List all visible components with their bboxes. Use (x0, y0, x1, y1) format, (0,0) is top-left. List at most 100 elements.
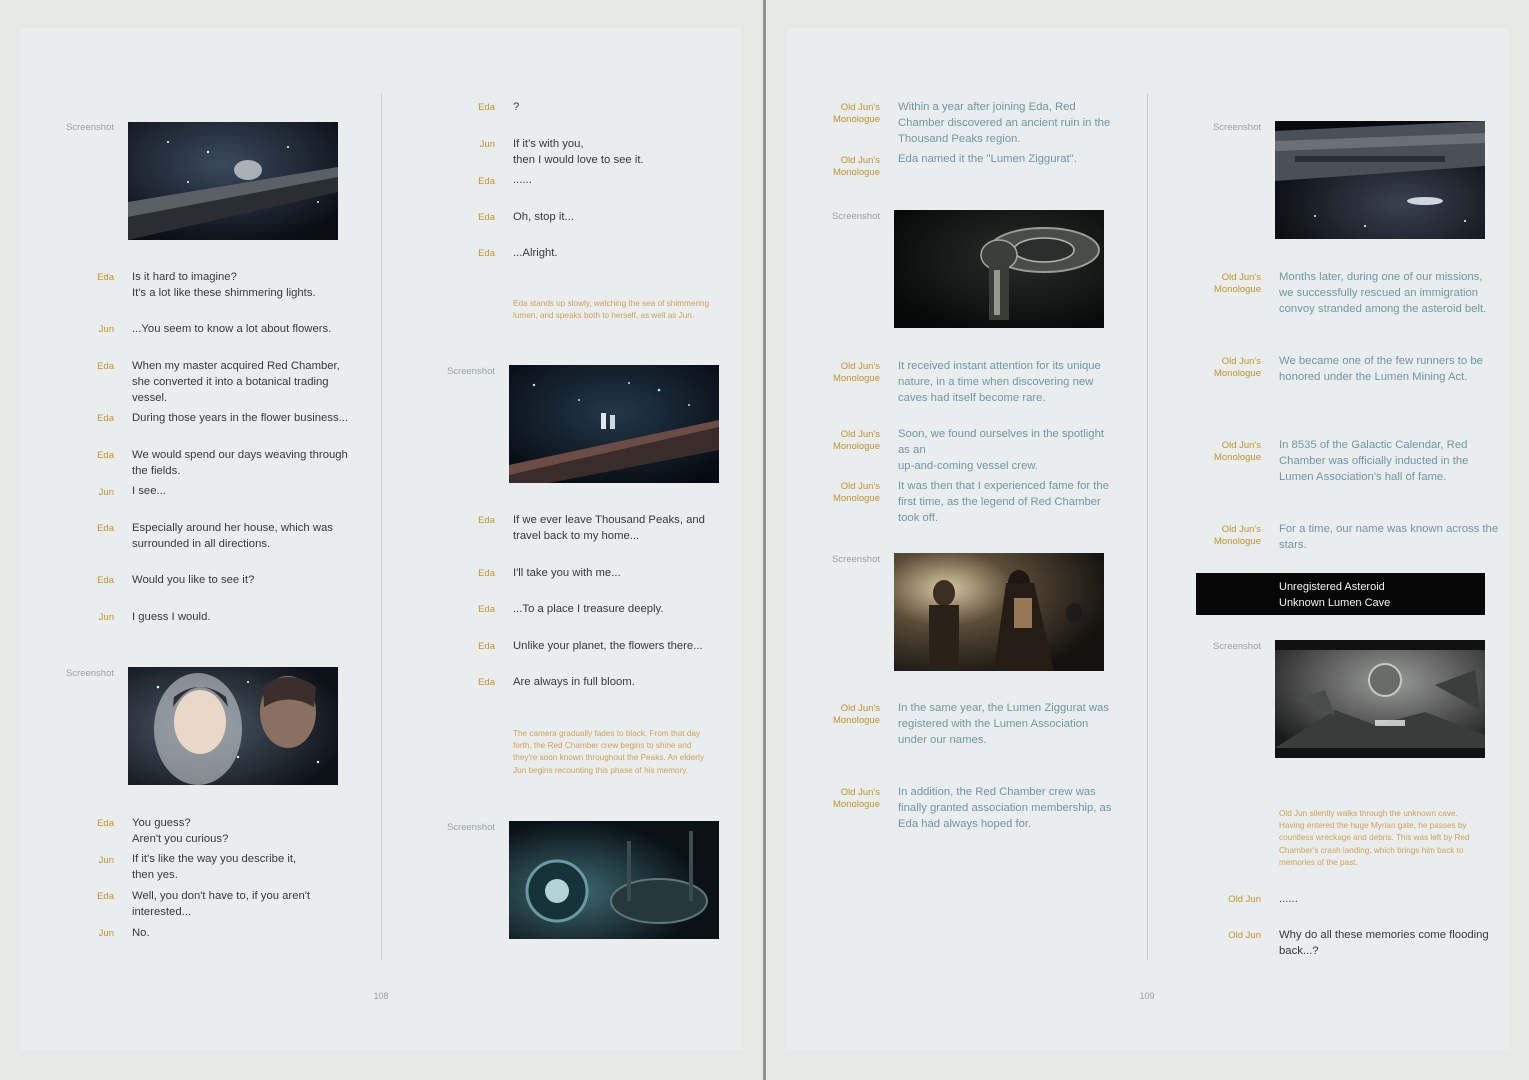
dialogue-line: Would you like to see it? (132, 574, 255, 586)
speaker-label: Eda (478, 212, 495, 223)
location-banner-line1: Unregistered Asteroid (1279, 581, 1385, 593)
speaker-label: Eda (478, 568, 495, 579)
speaker-label: Old Jun's Monologue (832, 429, 880, 452)
speaker-label: Eda (478, 102, 495, 113)
speaker-label: Old Jun's Monologue (832, 361, 880, 384)
speaker-label: Jun (98, 487, 114, 498)
monologue-line: In the same year, the Lumen Ziggurat was… (898, 702, 1109, 746)
speaker-label: Old Jun's Monologue (832, 102, 880, 125)
speaker-label: Eda (97, 523, 114, 534)
speaker-label: Old Jun's Monologue (1213, 356, 1261, 379)
screenshot-image (509, 365, 719, 483)
dialogue-line: When my master acquired Red Chamber, she… (132, 360, 340, 404)
dialogue-line: ...Alright. (513, 247, 558, 259)
speaker-label: Eda (478, 176, 495, 187)
stage-direction-text: Eda stands up slowly, watching the sea o… (513, 299, 709, 321)
speaker-label: Jun (479, 139, 495, 150)
screenshot-image (894, 553, 1104, 671)
screenshot-image (128, 667, 338, 785)
dialogue-line: No. (132, 927, 150, 939)
speaker-label: Old Jun's Monologue (832, 481, 880, 504)
screenshot-label: Screenshot (446, 366, 495, 377)
dialogue-line: Are always in full bloom. (513, 676, 635, 688)
dialogue-line: I guess I would. (132, 611, 211, 623)
dialogue-line: I'll take you with me... (513, 567, 621, 579)
screenshot-label: Screenshot (831, 211, 880, 222)
stage-direction: Eda stands up slowly, watching the sea o… (513, 298, 709, 322)
speaker-label: Eda (478, 515, 495, 526)
dialogue-line: Is it hard to imagine? It's a lot like t… (132, 271, 316, 299)
stage-direction: Old Jun silently walks through the unkno… (1279, 808, 1470, 869)
dialogue-line: We would spend our days weaving through … (132, 449, 348, 477)
dialogue-line: Well, you don't have to, if you aren't i… (132, 890, 311, 918)
screenshot-label: Screenshot (831, 554, 880, 565)
dialogue-line: ...... (513, 174, 532, 186)
speaker-label: Eda (478, 677, 495, 688)
monologue-line: We became one of the few runners to be h… (1279, 355, 1483, 383)
screenshot-label: Screenshot (65, 122, 114, 133)
screenshot-label: Screenshot (1212, 122, 1261, 133)
monologue-line: For a time, our name was known across th… (1279, 523, 1499, 551)
speaker-label: Eda (478, 604, 495, 615)
location-banner-line2: Unknown Lumen Cave (1279, 597, 1391, 609)
speaker-label: Old Jun's Monologue (1213, 524, 1261, 547)
dialogue-line: ? (513, 101, 520, 113)
dialogue-line: Especially around her house, which was s… (132, 522, 333, 550)
speaker-label: Jun (98, 928, 114, 939)
monologue-line: In 8535 of the Galactic Calendar, Red Ch… (1279, 439, 1469, 483)
dialogue-line: If we ever leave Thousand Peaks, and tra… (513, 514, 705, 542)
left-column-divider (381, 93, 382, 960)
stage-direction-text: Old Jun silently walks through the unkno… (1279, 809, 1470, 867)
screenshot-label: Screenshot (65, 668, 114, 679)
dialogue-line: Why do all these memories come flooding … (1279, 929, 1489, 957)
dialogue-line: ...... (1279, 893, 1298, 905)
page-number: 108 (373, 991, 389, 1001)
screenshot-image (1275, 640, 1485, 758)
dialogue-line: If it's like the way you describe it, th… (132, 853, 297, 881)
monologue-line: Soon, we found ourselves in the spotligh… (898, 428, 1104, 472)
speaker-label: Eda (97, 891, 114, 902)
screenshot-image (128, 122, 338, 240)
speaker-label: Eda (478, 248, 495, 259)
speaker-label: Eda (97, 575, 114, 586)
speaker-label: Eda (97, 361, 114, 372)
screenshot-image (509, 821, 719, 939)
right-column-divider (1147, 93, 1148, 960)
speaker-label: Eda (97, 272, 114, 283)
dialogue-line: Oh, stop it... (513, 211, 574, 223)
speaker-label: Eda (97, 818, 114, 829)
speaker-label: Eda (478, 641, 495, 652)
screenshot-image (1275, 121, 1485, 239)
monologue-line: Months later, during one of our missions… (1279, 271, 1487, 315)
location-banner: Unregistered Asteroid Unknown Lumen Cave (1196, 573, 1485, 615)
monologue-line: It received instant attention for its un… (898, 360, 1101, 404)
book-gutter (763, 0, 766, 1080)
dialogue-line: You guess? Aren't you curious? (132, 817, 229, 845)
speaker-label: Jun (98, 324, 114, 335)
monologue-line: In addition, the Red Chamber crew was fi… (898, 786, 1112, 830)
speaker-label: Old Jun (1228, 930, 1261, 941)
dialogue-line: Unlike your planet, the flowers there... (513, 640, 703, 652)
stage-direction-text: The camera gradually fades to black. Fro… (513, 729, 704, 775)
stage-direction: The camera gradually fades to black. Fro… (513, 728, 704, 777)
dialogue-line: If it's with you, then I would love to s… (513, 138, 644, 166)
speaker-label: Old Jun's Monologue (832, 787, 880, 810)
screenshot-label: Screenshot (1212, 641, 1261, 652)
dialogue-line: ...To a place I treasure deeply. (513, 603, 664, 615)
speaker-label: Old Jun (1228, 894, 1261, 905)
monologue-line: Eda named it the "Lumen Ziggurat". (898, 153, 1077, 165)
speaker-label: Old Jun's Monologue (832, 155, 880, 178)
screenshot-label: Screenshot (446, 822, 495, 833)
screenshot-image (894, 210, 1104, 328)
speaker-label: Old Jun's Monologue (1213, 272, 1261, 295)
page-number: 109 (1139, 991, 1155, 1001)
speaker-label: Old Jun's Monologue (1213, 440, 1261, 463)
speaker-label: Eda (97, 450, 114, 461)
dialogue-line: I see... (132, 485, 166, 497)
monologue-line: Within a year after joining Eda, Red Cha… (898, 101, 1111, 145)
speaker-label: Jun (98, 612, 114, 623)
speaker-label: Eda (97, 413, 114, 424)
dialogue-line: ...You seem to know a lot about flowers. (132, 323, 332, 335)
speaker-label: Old Jun's Monologue (832, 703, 880, 726)
speaker-label: Jun (98, 855, 114, 866)
